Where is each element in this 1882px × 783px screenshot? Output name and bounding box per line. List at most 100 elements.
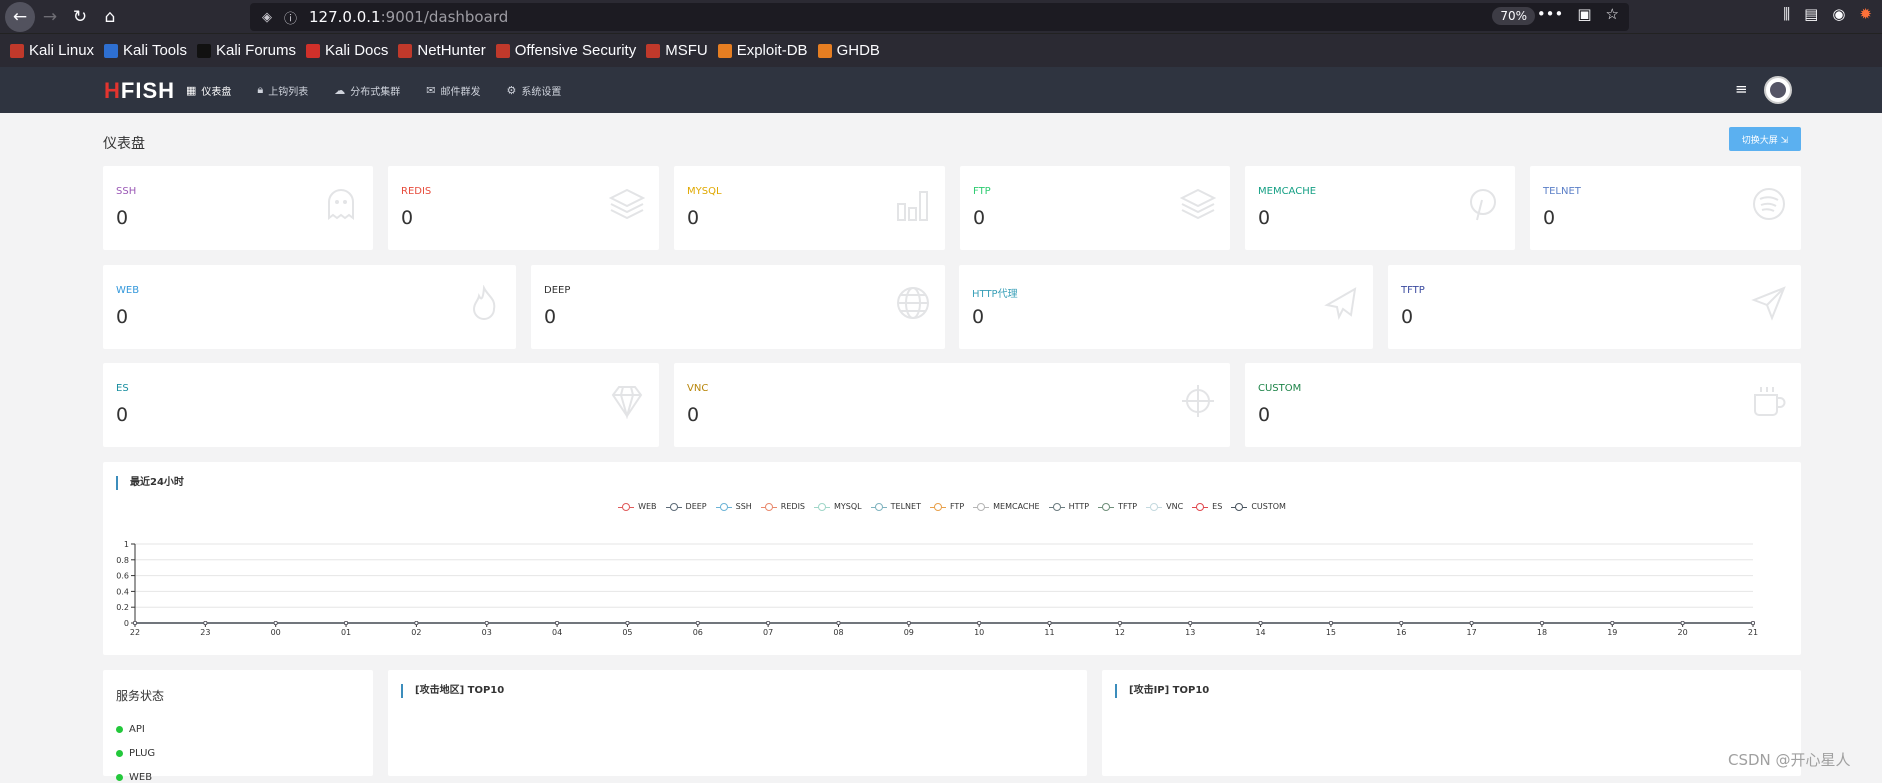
services-title: 服务状态 (116, 689, 165, 703)
spotify-icon (1751, 186, 1787, 222)
nav-cluster[interactable]: ☁ 分布式集群 (334, 83, 400, 98)
x-tick-label: 05 (622, 628, 632, 637)
x-tick-label: 14 (1255, 628, 1265, 637)
bookmark-ghdb[interactable]: GHDB (817, 42, 880, 59)
x-tick-label: 19 (1607, 628, 1617, 637)
card-tftp[interactable]: TFTP 0 (1388, 265, 1801, 349)
x-tick-label: 21 (1748, 628, 1758, 637)
cloud-icon: ☁ (334, 83, 346, 97)
bookmark-nethunter[interactable]: NetHunter (398, 42, 486, 59)
bookmark-exploit-db[interactable]: Exploit-DB (717, 42, 808, 59)
nav-mail[interactable]: ✉ 邮件群发 (426, 83, 480, 98)
info-icon: ⓘ (284, 11, 298, 27)
x-tick-label: 09 (904, 628, 914, 637)
x-tick-label: 17 (1467, 628, 1477, 637)
library-icon[interactable]: ⫼ (1783, 5, 1790, 23)
x-tick-label: 04 (552, 628, 562, 637)
card-mysql[interactable]: MYSQL 0 (674, 166, 945, 250)
diamond-icon (609, 383, 645, 420)
card-label: TELNET (1543, 186, 1581, 197)
service-plug: PLUG (116, 748, 155, 759)
card-web[interactable]: WEB 0 (103, 265, 516, 349)
card-http-proxy[interactable]: HTTP代理 0 (959, 265, 1373, 349)
data-point-custom (695, 620, 700, 625)
card-ftp[interactable]: FTP 0 (960, 166, 1230, 250)
bookmark-kali-linux[interactable]: Kali Linux (10, 42, 94, 59)
data-point-custom (1610, 620, 1615, 625)
reload-button[interactable]: ↻ (65, 2, 95, 32)
card-telnet[interactable]: TELNET 0 (1530, 166, 1801, 250)
attack-region-panel: [攻击地区] TOP10 (388, 670, 1087, 776)
watermark: CSDN @开心星人 (1728, 751, 1851, 769)
card-value: 0 (1258, 404, 1271, 426)
data-point-custom (1469, 620, 1474, 625)
nav-settings[interactable]: ⚙ 系统设置 (506, 83, 561, 98)
data-point-custom (203, 620, 208, 625)
forward-button[interactable]: → (35, 2, 65, 32)
bookmark-kali-forums[interactable]: Kali Forums (196, 42, 296, 59)
bar-chart-icon (895, 186, 931, 222)
send-icon (1751, 285, 1787, 321)
kali-forums-icon (196, 43, 211, 58)
service-web: WEB (116, 772, 152, 783)
pocket-icon[interactable]: ▣ (1577, 5, 1591, 23)
y-tick-label: 0 (124, 619, 129, 628)
nav-dashboard[interactable]: ▦ 仪表盘 (186, 83, 231, 98)
card-value: 0 (972, 306, 985, 328)
card-redis[interactable]: REDIS 0 (388, 166, 659, 250)
card-es[interactable]: ES 0 (103, 363, 659, 447)
layers-icon (1179, 186, 1217, 222)
card-label: FTP (973, 186, 991, 197)
big-screen-button[interactable]: 切换大屏 ⇲ (1729, 127, 1801, 151)
card-memcache[interactable]: MEMCACHE 0 (1245, 166, 1515, 250)
avatar[interactable] (1764, 76, 1792, 104)
card-label: CUSTOM (1258, 383, 1302, 394)
globe-icon (895, 285, 931, 321)
star-icon[interactable]: ☆ (1606, 5, 1619, 23)
bookmark-msfu[interactable]: MSFU (646, 42, 708, 59)
card-label: SSH (116, 186, 137, 197)
nav-hooked-list[interactable]: 🔒︎ 上钩列表 (257, 83, 308, 98)
hfish-logo[interactable]: HFISH (104, 78, 175, 104)
browser-toolbar: ← → ↻ ⌂ ◈ ⓘ 127.0.0.1:9001/dashboard 70%… (0, 0, 1882, 33)
data-point-custom (484, 620, 489, 625)
data-point-custom (1117, 620, 1122, 625)
card-custom[interactable]: CUSTOM 0 (1245, 363, 1801, 447)
bookmark-kali-docs[interactable]: Kali Docs (306, 42, 388, 59)
bookmark-kali-tools[interactable]: Kali Tools (104, 42, 187, 59)
card-deep[interactable]: DEEP 0 (531, 265, 945, 349)
url-bar[interactable]: ◈ ⓘ 127.0.0.1:9001/dashboard 70% ••• ▣ ☆ (250, 3, 1629, 31)
card-vnc[interactable]: VNC 0 (674, 363, 1230, 447)
bookmark-offensive-security[interactable]: Offensive Security (495, 42, 636, 59)
page-title: 仪表盘 (103, 136, 145, 152)
ghost-icon (323, 186, 359, 222)
menu-icon[interactable]: ≡ (1735, 80, 1748, 98)
x-tick-label: 23 (200, 628, 210, 637)
more-actions-icon[interactable]: ••• (1537, 5, 1564, 23)
home-button[interactable]: ⌂ (95, 2, 125, 32)
sidebar-icon[interactable]: ▤ (1804, 5, 1818, 23)
pinterest-icon (1465, 186, 1501, 222)
account-icon[interactable]: ◉ (1832, 5, 1845, 23)
data-point-custom (1258, 620, 1263, 625)
x-tick-label: 06 (693, 628, 703, 637)
zoom-level[interactable]: 70% (1492, 7, 1535, 25)
dashboard-icon: ▦ (186, 83, 197, 97)
data-point-custom (1399, 620, 1404, 625)
exploit-db-icon (717, 43, 732, 58)
msfu-icon (646, 43, 661, 58)
data-point-custom (1188, 620, 1193, 625)
x-tick-label: 01 (341, 628, 351, 637)
lock-icon: 🔒︎ (257, 83, 264, 96)
card-ssh[interactable]: SSH 0 (103, 166, 373, 250)
x-tick-label: 07 (763, 628, 773, 637)
firefox-menu-icon[interactable]: ✹ (1859, 5, 1872, 23)
plane-icon (1323, 285, 1359, 321)
attack-ip-panel: [攻击IP] TOP10 (1102, 670, 1801, 776)
back-button[interactable]: ← (5, 1, 35, 32)
card-label: ES (116, 383, 129, 394)
y-tick-label: 0.4 (116, 587, 129, 596)
card-label: REDIS (401, 186, 432, 197)
layers-icon (608, 186, 646, 222)
x-tick-label: 16 (1396, 628, 1406, 637)
